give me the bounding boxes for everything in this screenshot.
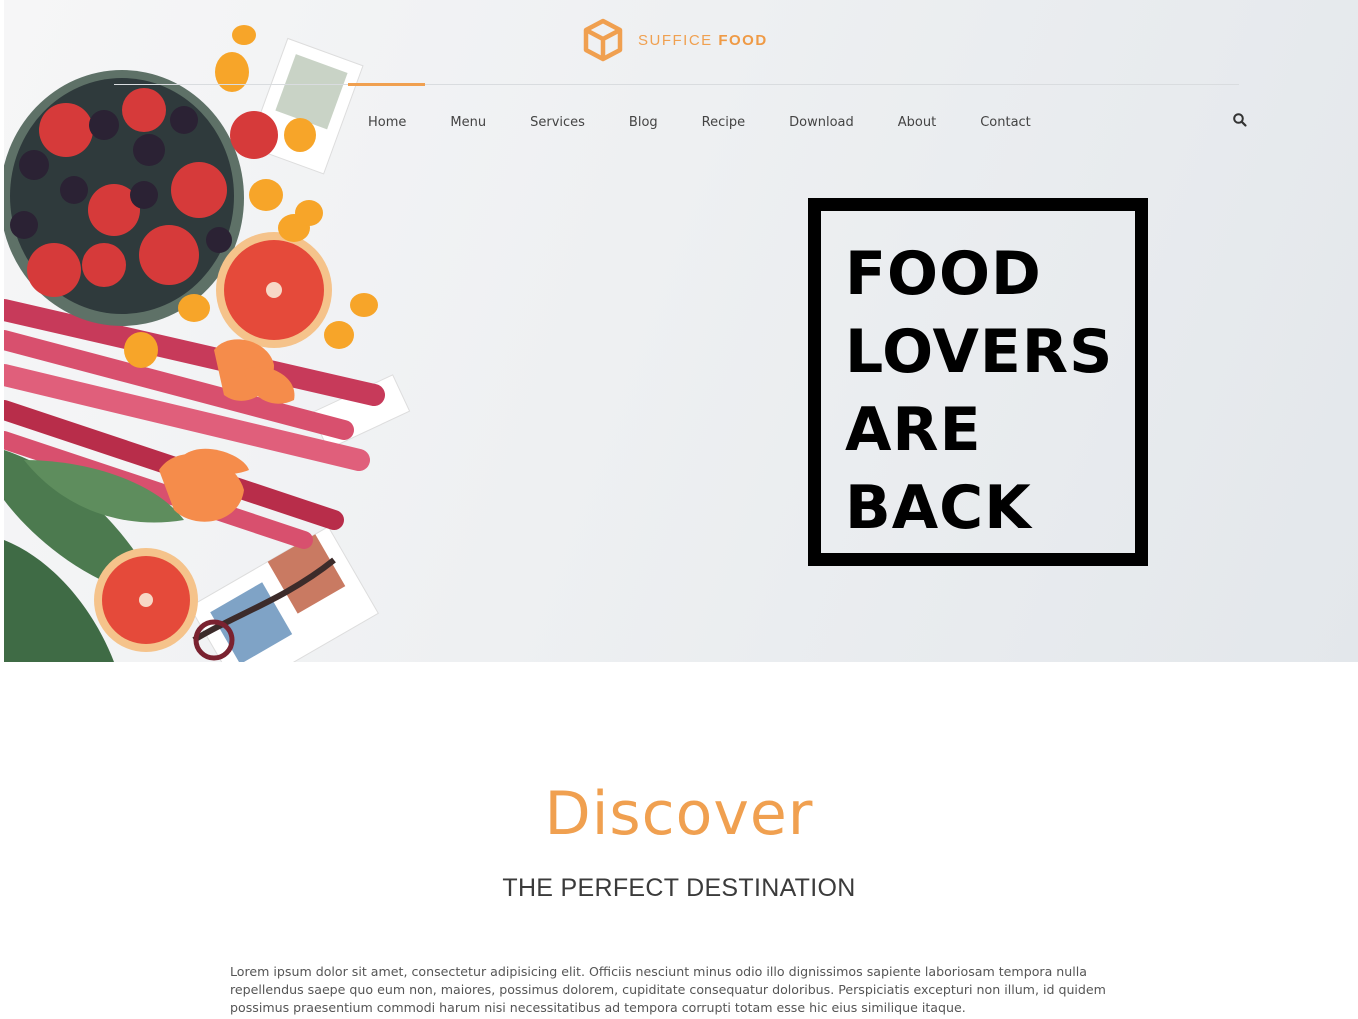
nav-download[interactable]: Download	[767, 114, 876, 132]
section-script-title: Discover	[544, 779, 814, 849]
brand-name-second: FOOD	[718, 31, 768, 49]
main-nav: Home Menu Services Blog Recipe Download …	[346, 114, 1053, 132]
hero-headline-box: FOOD LOVERS ARE BACK	[808, 198, 1148, 566]
headline-line-4: BACK	[845, 473, 1032, 543]
nav-menu[interactable]: Menu	[428, 114, 508, 132]
headline-line-3: ARE	[845, 395, 982, 465]
headline-line-2: LOVERS	[845, 317, 1114, 387]
hero-banner: SUFFICE FOOD Home Menu Services Blog Rec…	[4, 0, 1358, 662]
nav-about[interactable]: About	[876, 114, 958, 132]
cube-logo-icon	[583, 18, 623, 62]
nav-home[interactable]: Home	[346, 114, 428, 132]
nav-blog[interactable]: Blog	[607, 114, 680, 132]
brand-name: SUFFICE FOOD	[638, 32, 768, 49]
nav-recipe[interactable]: Recipe	[680, 114, 767, 132]
nav-contact[interactable]: Contact	[958, 114, 1053, 132]
search-icon[interactable]	[1232, 112, 1248, 128]
header-divider	[114, 84, 1239, 85]
hero-food-image	[4, 25, 411, 662]
nav-active-indicator	[348, 83, 425, 86]
brand[interactable]: SUFFICE FOOD	[582, 17, 768, 63]
section-subtitle: THE PERFECT DESTINATION	[502, 874, 856, 902]
nav-services[interactable]: Services	[508, 114, 607, 132]
brand-name-first: SUFFICE	[638, 31, 713, 49]
section-body-text: Lorem ipsum dolor sit amet, consectetur …	[230, 964, 1106, 1016]
headline-line-1: FOOD	[845, 239, 1042, 309]
